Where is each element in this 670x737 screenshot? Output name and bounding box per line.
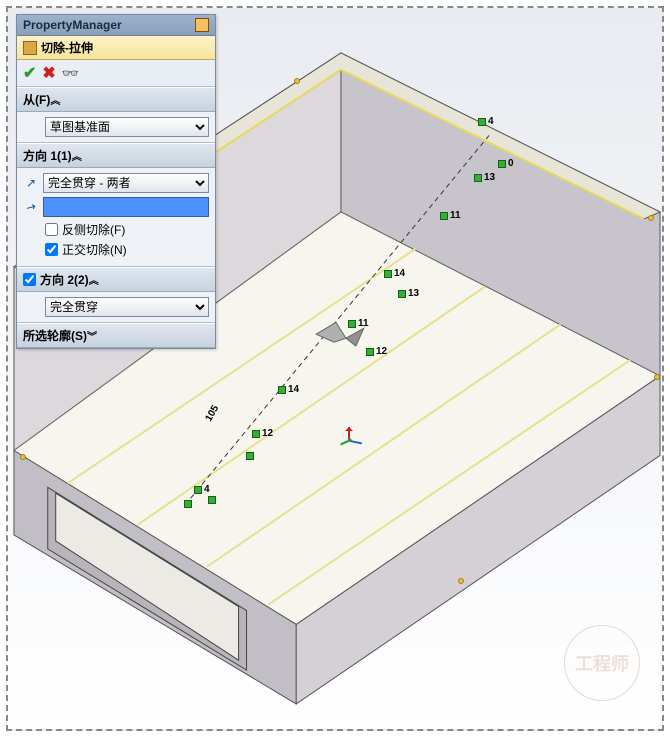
- detailed-preview-button[interactable]: 👓: [62, 65, 79, 82]
- group-body-from: 草图基准面: [17, 112, 215, 143]
- sketch-handle[interactable]: [366, 348, 374, 356]
- pin-icon[interactable]: [195, 18, 209, 32]
- sketch-handle[interactable]: [478, 118, 486, 126]
- watermark: 工程师: [564, 625, 640, 701]
- handle-label: 12: [376, 346, 387, 357]
- dir2-enable-checkbox[interactable]: [23, 273, 36, 286]
- cut-extrude-icon: [23, 41, 37, 55]
- pm-titlebar: PropertyManager: [17, 15, 215, 36]
- reverse-direction-icon[interactable]: ↗: [23, 175, 39, 191]
- property-manager-panel: PropertyManager 切除-拉伸 ✔ ✖ 👓 从(F) ︽ 草图基准面: [16, 14, 216, 349]
- handle-label: 14: [288, 384, 299, 395]
- confirm-row: ✔ ✖ 👓: [17, 60, 215, 87]
- direction-vector-icon[interactable]: ↗: [20, 196, 42, 218]
- handle-label: 13: [484, 172, 495, 183]
- ok-button[interactable]: ✔: [23, 63, 36, 83]
- chevron-up-icon: ︽: [72, 148, 82, 163]
- direction-vector-field[interactable]: [43, 197, 209, 217]
- sketch-handle[interactable]: [246, 452, 254, 460]
- group-header-contours[interactable]: 所选轮廓(S) ︾: [17, 323, 215, 348]
- handle-label: 4: [488, 116, 494, 127]
- handle-label: 11: [358, 318, 369, 329]
- feature-title: 切除-拉伸: [41, 39, 93, 56]
- handle-label: 14: [394, 268, 405, 279]
- handle-label: 4: [204, 484, 210, 495]
- sketch-handle[interactable]: [252, 430, 260, 438]
- dir1-end-condition-select[interactable]: 完全贯穿 - 两者: [43, 173, 209, 193]
- sketch-handle[interactable]: [184, 500, 192, 508]
- handle-label: 11: [450, 210, 461, 221]
- origin-triad: [338, 433, 364, 459]
- group-header-dir2[interactable]: 方向 2(2) ︽: [17, 267, 215, 292]
- sketch-handle[interactable]: [208, 496, 216, 504]
- pm-title: PropertyManager: [23, 18, 122, 32]
- chevron-up-icon: ︽: [50, 92, 60, 107]
- flip-side-input[interactable]: [45, 223, 58, 236]
- feature-title-bar: 切除-拉伸: [17, 36, 215, 60]
- normal-cut-checkbox[interactable]: 正交切除(N): [45, 241, 209, 258]
- sketch-handle[interactable]: [398, 290, 406, 298]
- normal-cut-input[interactable]: [45, 243, 58, 256]
- cancel-button[interactable]: ✖: [42, 63, 55, 83]
- sketch-handle[interactable]: [440, 212, 448, 220]
- sketch-handle[interactable]: [474, 174, 482, 182]
- sketch-handle[interactable]: [384, 270, 392, 278]
- flip-side-checkbox[interactable]: 反侧切除(F): [45, 221, 209, 238]
- sketch-handle[interactable]: [498, 160, 506, 168]
- from-condition-select[interactable]: 草图基准面: [45, 117, 209, 137]
- sketch-handle[interactable]: [278, 386, 286, 394]
- sketch-handle[interactable]: [348, 320, 356, 328]
- group-header-from[interactable]: 从(F) ︽: [17, 87, 215, 112]
- viewport: 105 4013111413111214124 工程师 PropertyMana…: [6, 6, 664, 731]
- sketch-handle[interactable]: [194, 486, 202, 494]
- group-header-dir1[interactable]: 方向 1(1) ︽: [17, 143, 215, 168]
- chevron-up-icon: ︽: [89, 272, 99, 287]
- handle-label: 13: [408, 288, 419, 299]
- chevron-down-icon: ︾: [87, 328, 97, 343]
- group-body-dir1: ↗ 完全贯穿 - 两者 ↗ 反侧切除(F) 正交切除(N): [17, 168, 215, 267]
- group-body-dir2: 完全贯穿: [17, 292, 215, 323]
- handle-label: 12: [262, 428, 273, 439]
- handle-label: 0: [508, 158, 514, 169]
- dir2-end-condition-select[interactable]: 完全贯穿: [45, 297, 209, 317]
